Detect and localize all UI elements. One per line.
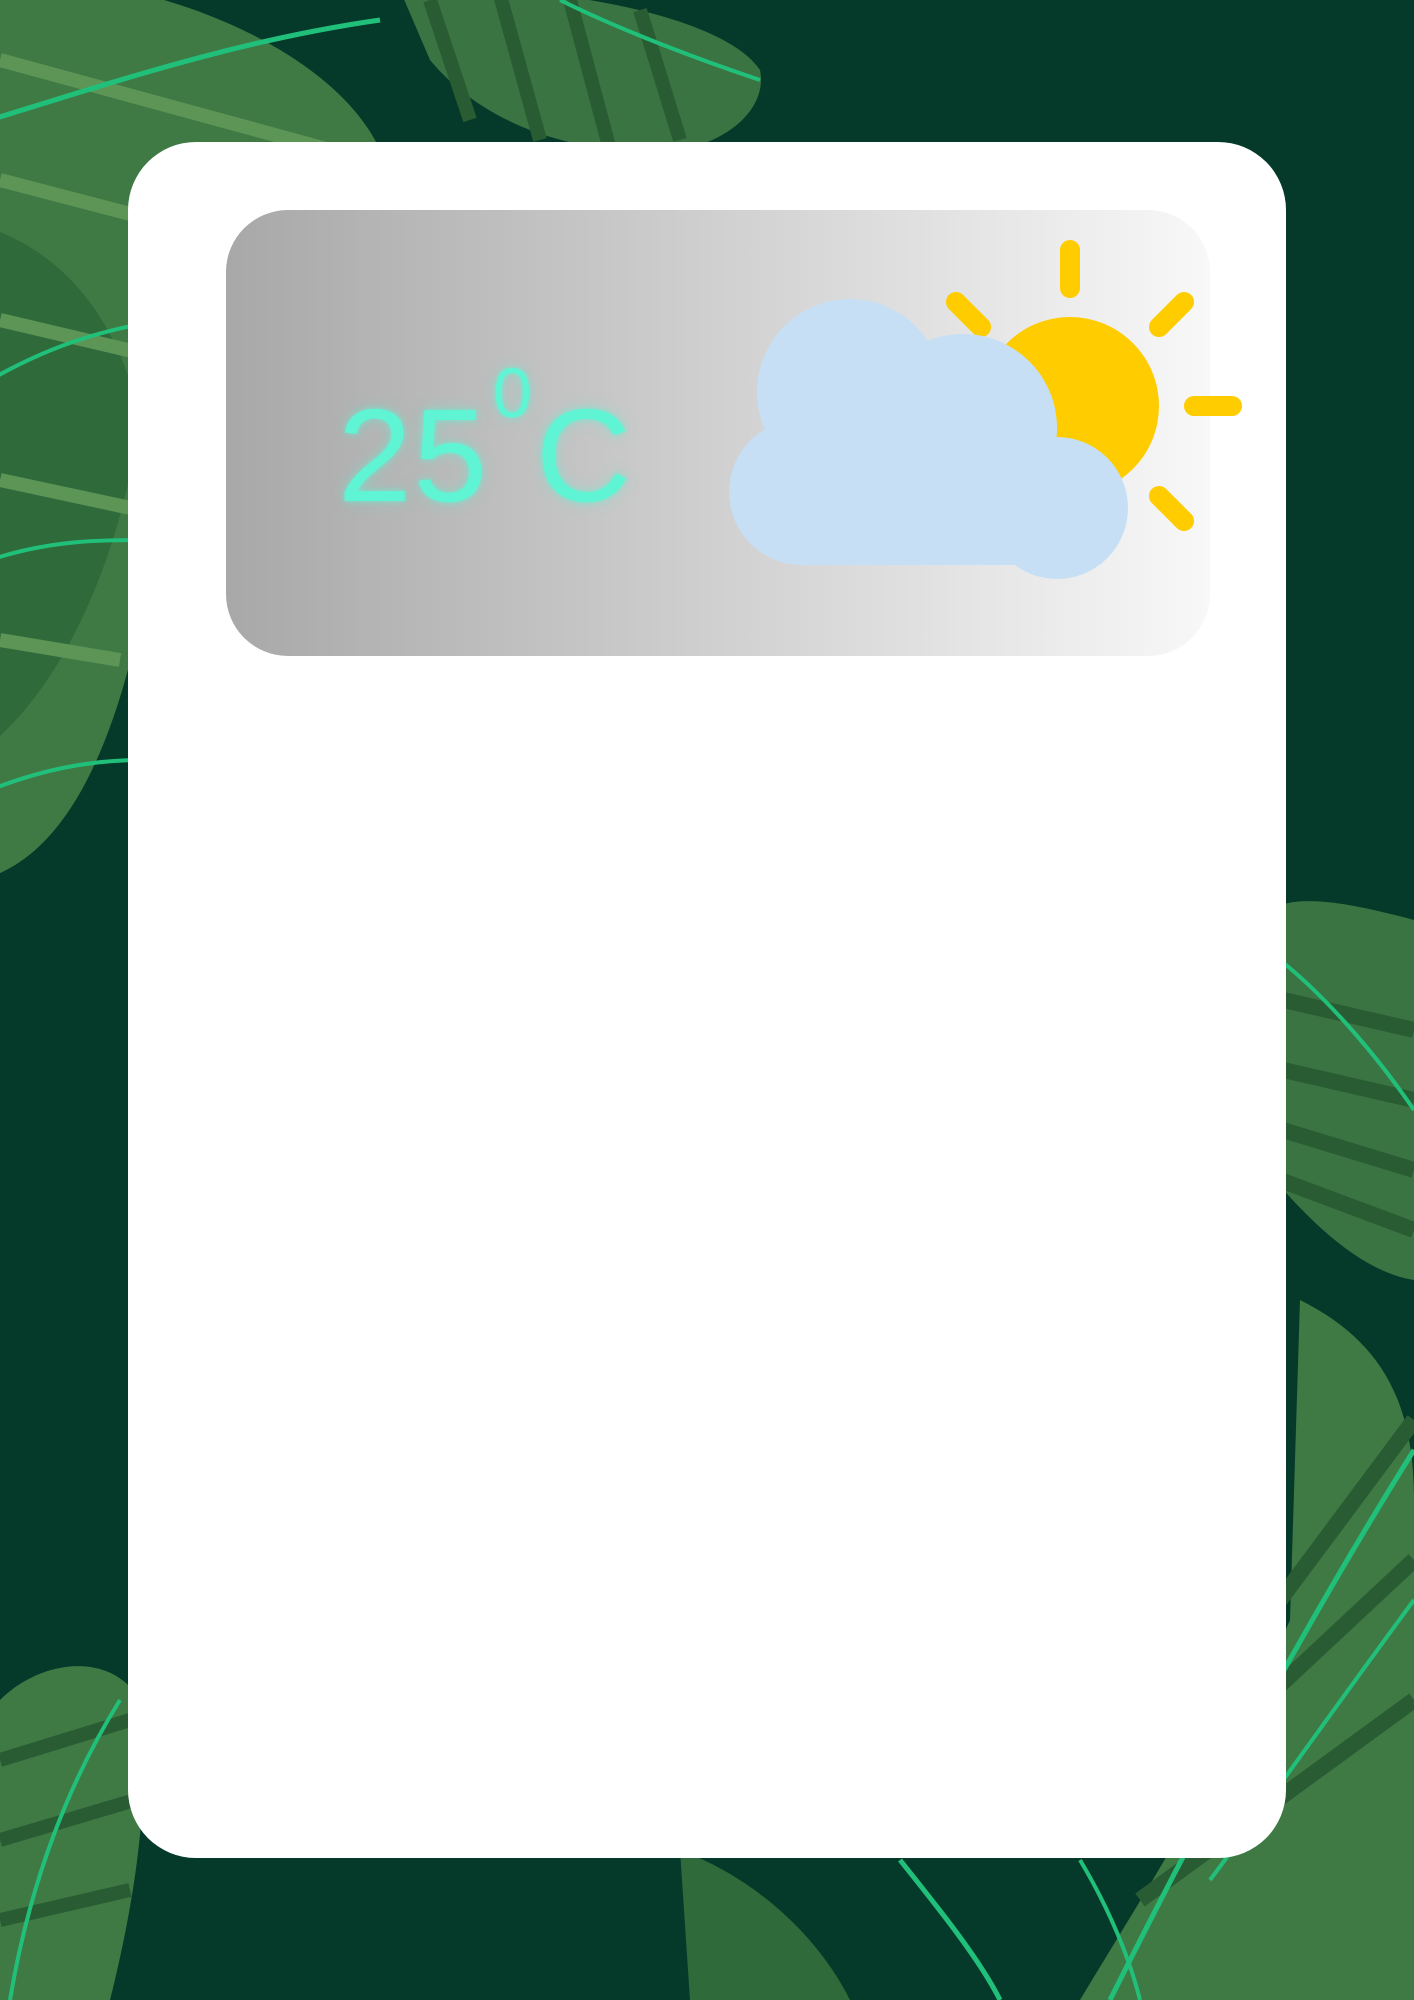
temperature-value: 25 (338, 382, 489, 529)
partly-cloudy-icon (729, 240, 1242, 579)
leaf-top-center (404, 0, 761, 152)
temperature-reading: 250C (338, 358, 634, 529)
weather-widget: 250C (226, 210, 1242, 656)
temperature-unit: C (535, 382, 634, 529)
leaf-bottom-left (0, 1666, 144, 2000)
temperature-degree: 0 (492, 354, 534, 432)
leaf-bottom-center (680, 1850, 1142, 2000)
